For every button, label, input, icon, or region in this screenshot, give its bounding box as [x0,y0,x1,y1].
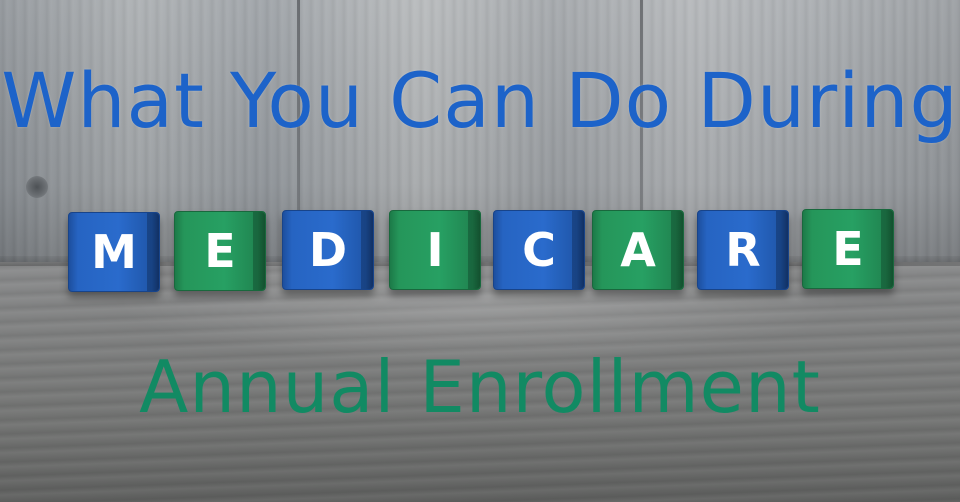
block-letter: C [522,223,556,277]
block-letter: M [91,225,137,279]
block-letter: D [308,223,348,277]
block-letter: E [204,224,236,278]
letter-block-e: E [174,211,266,291]
letter-block-m: M [68,212,160,292]
headline: What You Can Do During [1,56,959,145]
letter-block-r: R [697,210,789,290]
letter-block-e: E [802,209,894,289]
block-letter: A [620,223,656,277]
letter-block-d: D [282,210,374,290]
block-letter: I [426,223,444,277]
letter-block-c: C [493,210,585,290]
letter-block-i: I [389,210,481,290]
block-letter: E [832,222,864,276]
wood-knot [26,176,48,198]
banner-image: What You Can Do During M E D I C A R E A… [0,0,960,502]
subheadline: Annual Enrollment [139,345,821,429]
letter-block-a: A [592,210,684,290]
block-letter: R [725,223,761,277]
